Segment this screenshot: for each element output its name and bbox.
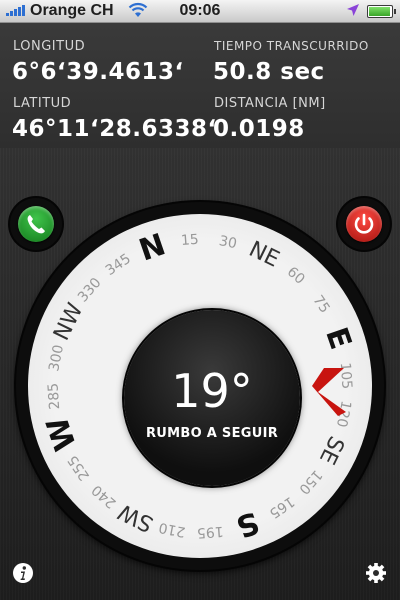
longitude-label: LONGITUD <box>13 39 86 54</box>
compass-mark: 345 <box>103 251 134 279</box>
elapsed-time-label: TIEMPO TRANSCURRIDO <box>214 39 369 53</box>
battery-icon <box>367 5 396 18</box>
signal-strength-icon <box>6 5 25 16</box>
longitude-value: 6°6ʻ39.4613ʻ <box>12 59 184 85</box>
compass-mark: 60 <box>284 264 308 288</box>
compass-mark: SE <box>314 432 349 468</box>
latitude-label: LATITUD <box>13 96 72 111</box>
compass-mark: 255 <box>65 452 93 483</box>
compass-mark: NE <box>245 237 283 273</box>
compass-mark: NW <box>49 299 88 345</box>
carrier-name: Orange CH <box>30 2 114 19</box>
compass-mark: 15 <box>180 232 199 249</box>
compass-mark: 210 <box>157 519 186 540</box>
distance-value: 0.0198 <box>213 116 305 142</box>
compass-panel: N 15 30 NE 60 75 E 105 120 SE 150 165 S 195 210 SW 240 25… <box>0 148 400 600</box>
compass-mark: 330 <box>75 275 105 306</box>
compass-mark: 120 <box>333 399 354 428</box>
compass: N 15 30 NE 60 75 E 105 120 SE 150 165 S 195 210 SW 240 25… <box>16 202 384 570</box>
distance-label: DISTANCIA [NM] <box>214 96 326 111</box>
compass-mark: 165 <box>266 493 297 521</box>
status-bar: Orange CH 09:06 <box>0 0 400 23</box>
compass-mark: 75 <box>309 292 332 316</box>
location-arrow-icon <box>347 4 359 16</box>
compass-mark: N <box>135 227 170 268</box>
compass-mark: E <box>318 323 358 354</box>
battery-level <box>369 7 390 16</box>
info-icon[interactable] <box>12 562 34 584</box>
compass-mark: W <box>40 412 84 455</box>
compass-mark: S <box>232 504 264 544</box>
compass-mark: 30 <box>218 233 239 252</box>
compass-mark: 285 <box>45 382 63 410</box>
compass-mark: 195 <box>196 523 224 541</box>
heading-caption: RUMBO A SEGUIR <box>145 426 279 441</box>
gear-icon[interactable] <box>365 562 387 584</box>
position-info: LONGITUD 6°6ʻ39.4613ʻ LATITUD 46°11ʻ28.6… <box>0 23 400 148</box>
heading-display: 19° RUMBO A SEGUIR <box>124 310 300 486</box>
elapsed-time-value: 50.8 sec <box>213 59 325 85</box>
compass-ring: N 15 30 NE 60 75 E 105 120 SE 150 165 S 195 210 SW 240 25… <box>28 214 372 558</box>
compass-mark: SW <box>114 498 157 536</box>
compass-mark: 300 <box>46 343 67 372</box>
compass-mark: 150 <box>295 466 325 497</box>
compass-mark: 105 <box>337 362 355 390</box>
compass-mark: 240 <box>89 481 120 511</box>
wifi-icon <box>128 2 148 17</box>
heading-value: 19° <box>171 364 253 418</box>
latitude-value: 46°11ʻ28.6338ʻ <box>12 116 217 142</box>
